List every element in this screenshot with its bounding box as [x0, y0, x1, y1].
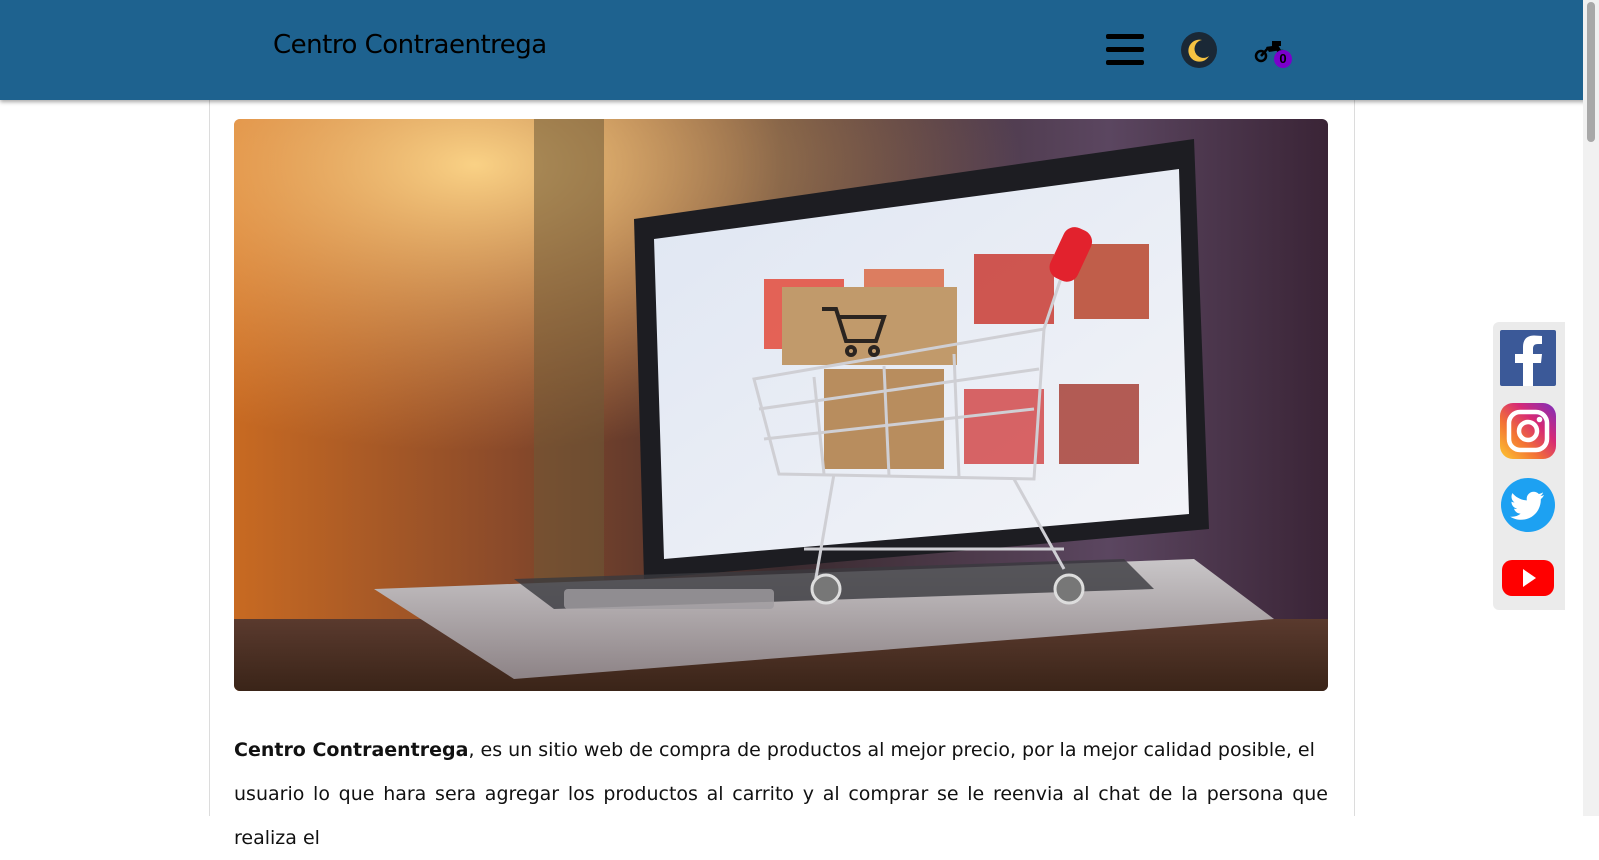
twitter-link[interactable]	[1500, 477, 1556, 533]
facebook-icon	[1500, 330, 1556, 386]
dark-mode-toggle[interactable]	[1181, 32, 1217, 68]
shopping-cart-on-laptop-image	[234, 119, 1328, 691]
youtube-icon	[1502, 560, 1554, 596]
intro-paragraph: Centro Contraentrega, es un sitio web de…	[234, 728, 1328, 860]
intro-line-2: usuario lo que hara sera agregar los pro…	[234, 783, 1328, 849]
top-navbar: Centro Contraentrega 0	[0, 0, 1599, 100]
intro-brand: Centro Contraentrega	[234, 739, 469, 761]
cart-count-badge: 0	[1274, 50, 1292, 68]
hero-image	[234, 119, 1328, 691]
moon-icon	[1188, 39, 1209, 62]
scrollbar-thumb[interactable]	[1587, 2, 1595, 142]
page-scrollbar[interactable]	[1583, 0, 1599, 816]
social-sidebar	[1493, 322, 1565, 610]
facebook-link[interactable]	[1500, 330, 1556, 386]
intro-line-1: Centro Contraentrega, es un sitio web de…	[234, 728, 1328, 772]
intro-text-1: , es un sitio web de compra de productos…	[468, 739, 1315, 761]
site-brand[interactable]: Centro Contraentrega	[273, 30, 547, 60]
instagram-link[interactable]	[1500, 403, 1556, 459]
instagram-icon	[1500, 403, 1556, 459]
cart-button[interactable]: 0	[1254, 38, 1294, 68]
menu-icon[interactable]	[1106, 34, 1144, 66]
twitter-icon	[1501, 478, 1555, 532]
youtube-link[interactable]	[1500, 550, 1556, 606]
